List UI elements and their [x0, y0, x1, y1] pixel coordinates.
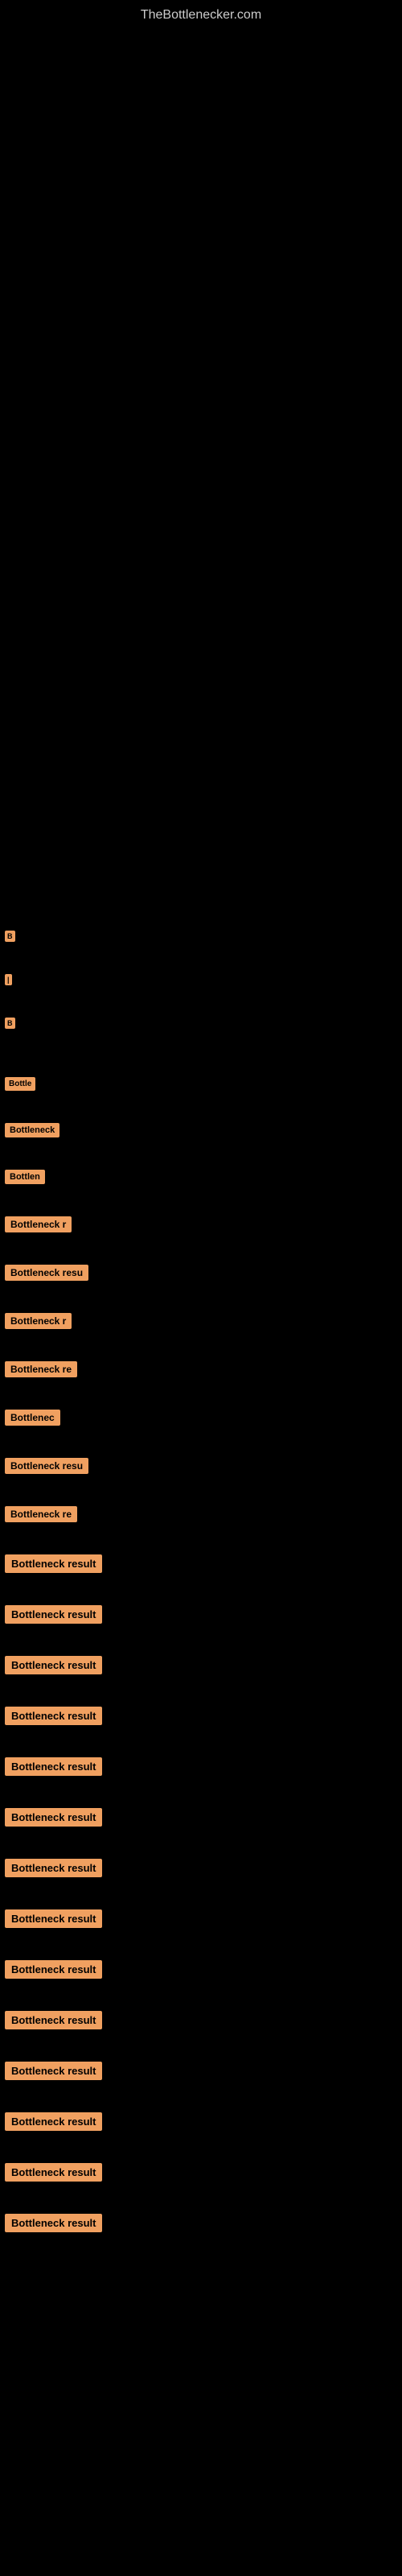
result-row-19: Bottleneck result — [3, 1800, 399, 1835]
bottleneck-label-21: Bottleneck result — [5, 1909, 102, 1928]
bottleneck-label-12: Bottleneck resu — [5, 1458, 88, 1474]
result-row-1: B — [3, 923, 399, 950]
bottleneck-label-9: Bottleneck r — [5, 1313, 72, 1329]
bottleneck-label-4: Bottle — [5, 1077, 35, 1091]
result-row-9: Bottleneck r — [3, 1305, 399, 1337]
result-row-2: | — [3, 966, 399, 993]
bottleneck-label-1: B — [5, 931, 15, 942]
result-row-20: Bottleneck result — [3, 1851, 399, 1885]
result-row-17: Bottleneck result — [3, 1699, 399, 1733]
result-row-3: B — [3, 1009, 399, 1037]
result-row-10: Bottleneck re — [3, 1353, 399, 1385]
result-row-23: Bottleneck result — [3, 2003, 399, 2037]
result-row-15: Bottleneck result — [3, 1597, 399, 1632]
result-row-22: Bottleneck result — [3, 1952, 399, 1987]
result-row-11: Bottlenec — [3, 1402, 399, 1434]
bottleneck-label-14: Bottleneck result — [5, 1554, 102, 1573]
bottleneck-label-13: Bottleneck re — [5, 1506, 77, 1522]
bottleneck-label-24: Bottleneck result — [5, 2062, 102, 2080]
chart-area — [0, 29, 402, 914]
result-row-25: Bottleneck result — [3, 2104, 399, 2139]
result-row-16: Bottleneck result — [3, 1648, 399, 1682]
bottleneck-label-2: | — [5, 974, 12, 985]
bottleneck-label-27: Bottleneck result — [5, 2214, 102, 2232]
result-row-14: Bottleneck result — [3, 1546, 399, 1581]
result-row-18: Bottleneck result — [3, 1749, 399, 1784]
bottleneck-label-20: Bottleneck result — [5, 1859, 102, 1877]
result-row-21: Bottleneck result — [3, 1901, 399, 1936]
bottleneck-label-26: Bottleneck result — [5, 2163, 102, 2182]
bottleneck-label-19: Bottleneck result — [5, 1808, 102, 1827]
result-row-4: Bottle — [3, 1069, 399, 1099]
labels-area: B | B Bottle Bottleneck Bottlen Bottlene… — [0, 914, 402, 2248]
bottleneck-label-7: Bottleneck r — [5, 1216, 72, 1232]
bottleneck-label-16: Bottleneck result — [5, 1656, 102, 1674]
result-row-12: Bottleneck resu — [3, 1450, 399, 1482]
result-row-27: Bottleneck result — [3, 2206, 399, 2240]
result-row-26: Bottleneck result — [3, 2155, 399, 2190]
bottleneck-label-8: Bottleneck resu — [5, 1265, 88, 1281]
bottleneck-label-6: Bottlen — [5, 1170, 45, 1184]
result-row-13: Bottleneck re — [3, 1498, 399, 1530]
bottleneck-label-23: Bottleneck result — [5, 2011, 102, 2029]
bottleneck-label-25: Bottleneck result — [5, 2112, 102, 2131]
bottleneck-label-15: Bottleneck result — [5, 1605, 102, 1624]
bottleneck-label-5: Bottleneck — [5, 1123, 59, 1137]
result-row-7: Bottleneck r — [3, 1208, 399, 1241]
result-row-24: Bottleneck result — [3, 2054, 399, 2088]
bottleneck-label-22: Bottleneck result — [5, 1960, 102, 1979]
bottleneck-label-11: Bottlenec — [5, 1410, 60, 1426]
result-row-8: Bottleneck resu — [3, 1257, 399, 1289]
bottleneck-label-3: B — [5, 1018, 15, 1029]
bottleneck-label-10: Bottleneck re — [5, 1361, 77, 1377]
result-row-6: Bottlen — [3, 1162, 399, 1192]
result-row-5: Bottleneck — [3, 1115, 399, 1146]
bottleneck-label-18: Bottleneck result — [5, 1757, 102, 1776]
bottleneck-label-17: Bottleneck result — [5, 1707, 102, 1725]
site-title: TheBottlenecker.com — [0, 0, 402, 29]
